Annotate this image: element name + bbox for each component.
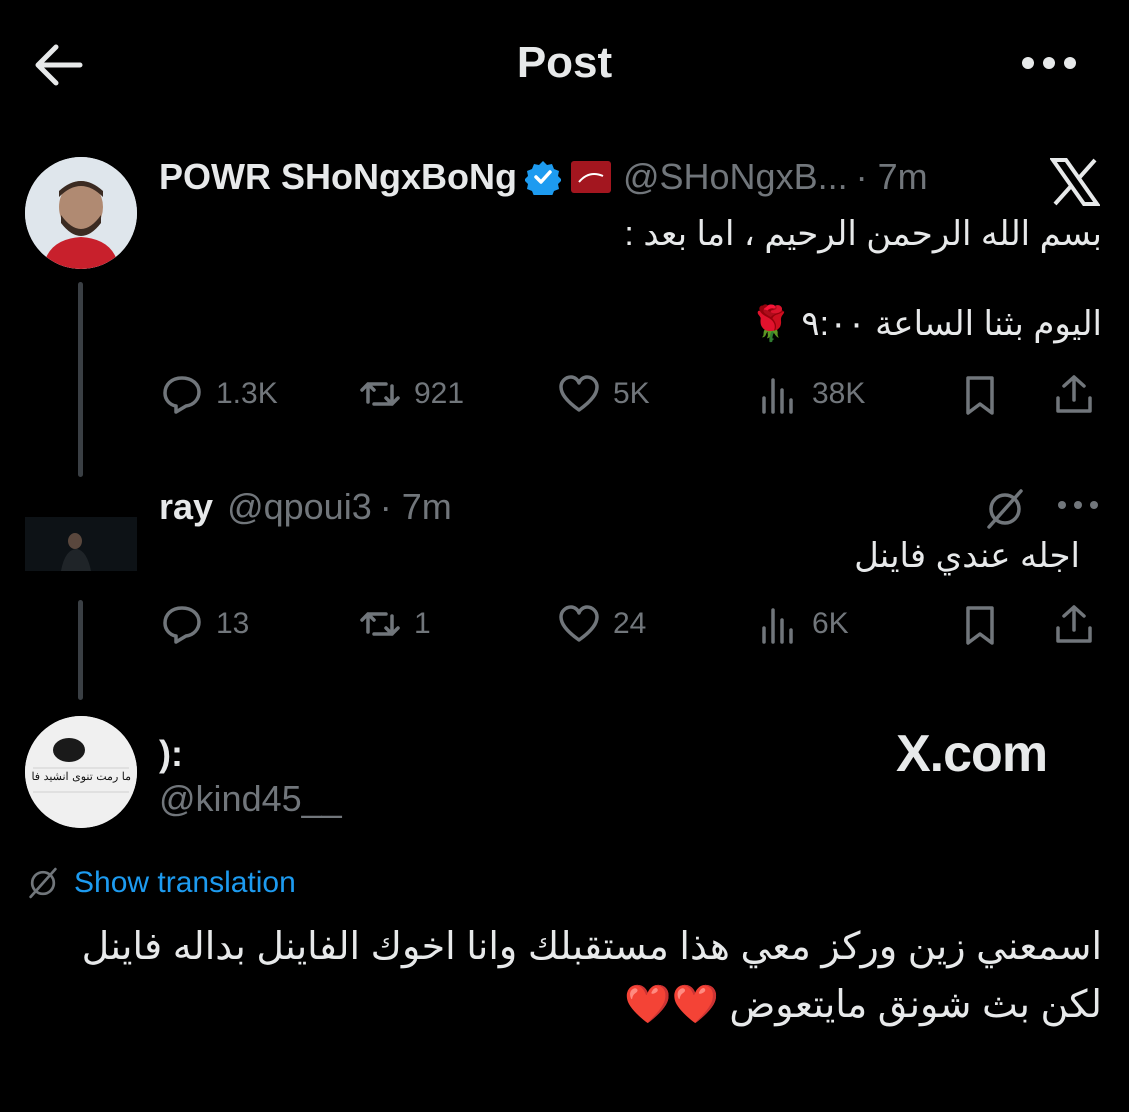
display-name[interactable]: ray	[159, 486, 213, 528]
post-header: ray @qpoui3 · 7m	[159, 486, 452, 528]
more-icon	[1022, 57, 1076, 69]
handle[interactable]: @qpoui3	[227, 486, 372, 528]
reply-icon	[163, 606, 201, 644]
like-button[interactable]: 5K	[557, 372, 650, 416]
repost-count: 921	[414, 377, 465, 410]
share-icon	[1056, 605, 1092, 643]
handle[interactable]: @SHoNgxB...	[623, 156, 848, 198]
share-button[interactable]	[1052, 372, 1096, 421]
grok-icon	[29, 867, 57, 899]
more-options-button[interactable]	[1018, 48, 1080, 78]
like-count: 24	[613, 607, 647, 640]
views-icon	[762, 608, 793, 644]
timestamp[interactable]: · 7m	[380, 486, 452, 528]
reply-button[interactable]: 1.3K	[160, 372, 278, 416]
view-count: 38K	[812, 377, 866, 410]
repost-button[interactable]: 921	[358, 372, 464, 416]
avatar[interactable]	[25, 157, 137, 269]
like-count: 5K	[613, 377, 650, 410]
avatar[interactable]	[25, 517, 137, 571]
show-translation-label[interactable]: Show translation	[74, 866, 296, 900]
grok-button[interactable]	[983, 487, 1027, 536]
handle[interactable]: @kind45__	[159, 778, 342, 820]
reply-button[interactable]: 13	[160, 602, 249, 646]
post-text-line: لكن بث شونق مايتعوض ❤️❤️	[624, 984, 1102, 1026]
verified-badge-icon	[524, 161, 561, 195]
more-icon	[1058, 501, 1098, 509]
bookmark-icon	[966, 606, 994, 645]
timestamp[interactable]: · 7m	[856, 156, 928, 198]
heart-icon	[559, 605, 599, 642]
x-logo-icon	[1049, 158, 1101, 206]
thread-line	[78, 282, 83, 477]
affiliate-badge-icon[interactable]	[570, 161, 611, 193]
share-icon	[1056, 375, 1092, 413]
bookmark-button[interactable]	[958, 373, 1002, 422]
grok-icon	[987, 489, 1023, 529]
repost-icon	[360, 612, 400, 636]
avatar-caption: ما رمت تنوی انشید فانت	[31, 770, 131, 783]
display-name[interactable]: POWR SHoNgxBoNg	[159, 156, 517, 198]
bookmark-icon	[966, 376, 994, 415]
share-button[interactable]	[1052, 602, 1096, 651]
reply-count: 13	[216, 607, 250, 640]
page-title: Post	[516, 38, 613, 87]
repost-count: 1	[414, 607, 431, 640]
views-icon	[762, 378, 793, 414]
avatar-photo	[25, 157, 137, 269]
reply-count: 1.3K	[216, 377, 278, 410]
heart-icon	[559, 375, 599, 412]
reply-icon	[163, 376, 201, 414]
view-count: 6K	[812, 607, 849, 640]
post-header: POWR SHoNgxBoNg @SHoNgxB... · 7m	[159, 156, 928, 198]
views-button[interactable]: 6K	[756, 602, 849, 646]
thread-line	[78, 600, 83, 700]
avatar[interactable]: ما رمت تنوی انشید فانت	[25, 716, 137, 828]
post-text: اجله عندي فاينل	[854, 537, 1080, 575]
bookmark-button[interactable]	[958, 603, 1002, 652]
repost-button[interactable]: 1	[358, 602, 431, 646]
more-button[interactable]	[1056, 497, 1100, 518]
post-text-line: اسمعني زين وركز معي هذا مستقبلك وانا اخو…	[81, 926, 1102, 968]
views-button[interactable]: 38K	[756, 372, 865, 416]
post-text-line: اليوم بثنا الساعة ٩:٠٠ 🌹	[749, 305, 1102, 343]
show-translation-link[interactable]: Show translation	[26, 866, 296, 900]
display-name[interactable]: ):	[159, 733, 183, 775]
like-button[interactable]: 24	[557, 602, 646, 646]
repost-icon	[360, 382, 400, 406]
watermark-logo: X.com	[896, 725, 1048, 783]
post-text-line: بسم الله الرحمن الرحيم ، اما بعد :	[624, 215, 1102, 253]
